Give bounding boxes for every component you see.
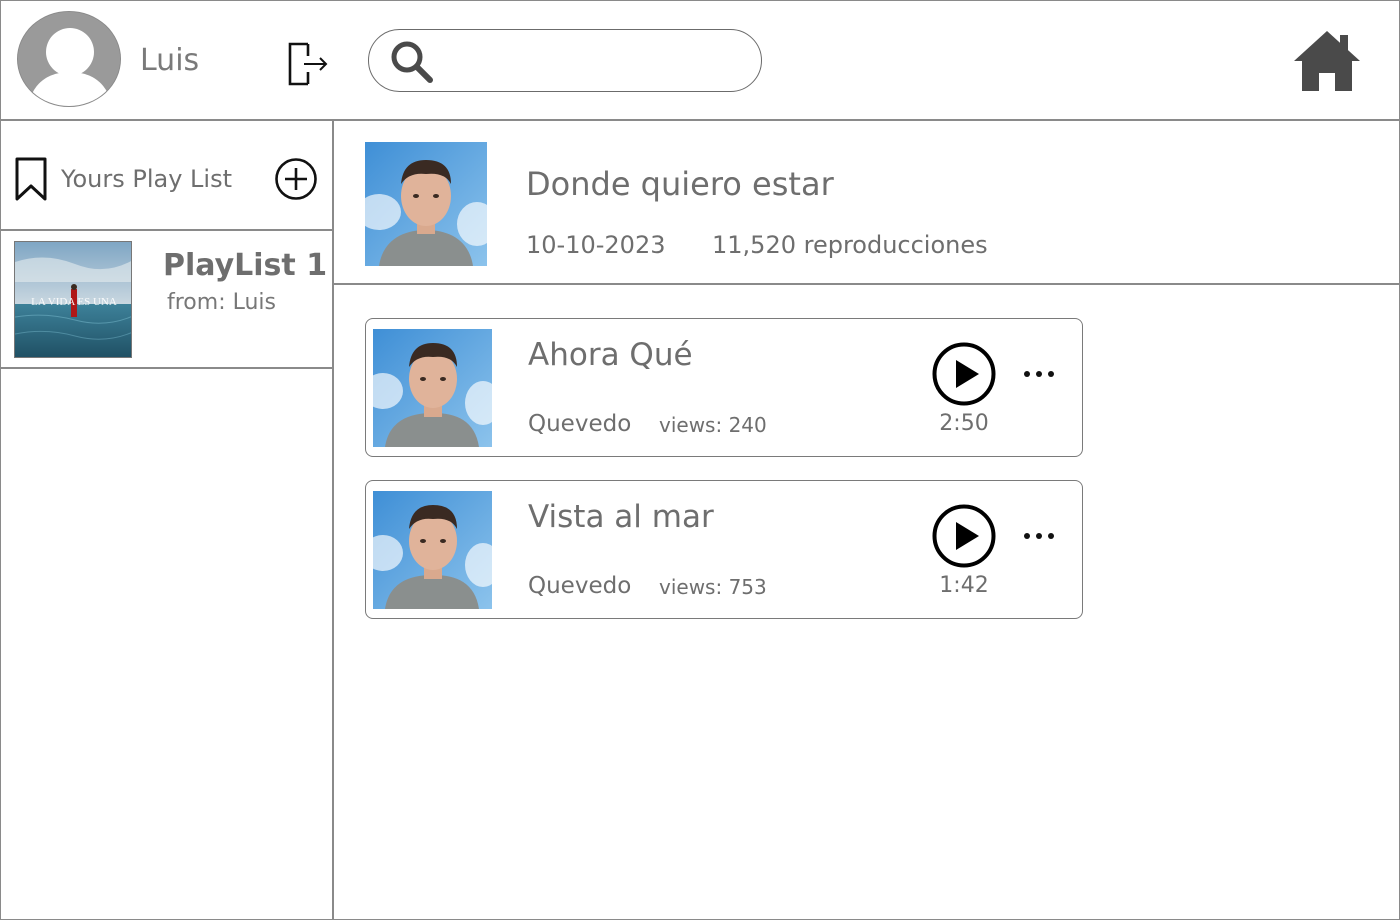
playlist-cover: LA VIDA ES UNA <box>14 241 132 358</box>
playlist-cover-text: LA VIDA ES UNA <box>31 296 117 308</box>
more-options-icon[interactable] <box>1022 521 1056 551</box>
album-plays: 11,520 reproducciones <box>712 231 988 259</box>
song-title: Vista al mar <box>528 499 714 535</box>
search-icon[interactable] <box>389 40 435 84</box>
more-options-icon[interactable] <box>1022 359 1056 389</box>
search-input[interactable] <box>447 40 747 82</box>
logout-icon[interactable] <box>284 38 332 90</box>
play-icon[interactable] <box>932 504 996 568</box>
playlist-owner: from: Luis <box>167 290 276 315</box>
add-circle-icon[interactable] <box>274 157 318 201</box>
song-duration: 1:42 <box>939 573 989 598</box>
sidebar: Yours Play List LA VIDA ES UNA PlayList … <box>0 121 334 920</box>
song-artist[interactable]: Quevedo <box>528 411 631 437</box>
top-bar: Luis <box>0 0 1400 121</box>
song-cover <box>373 329 492 447</box>
home-icon[interactable] <box>1292 29 1362 93</box>
user-avatar-icon <box>18 12 120 106</box>
album-cover <box>365 142 487 266</box>
playlist-name: PlayList 1 <box>163 248 328 283</box>
song-title: Ahora Qué <box>528 337 693 373</box>
playlist-section-header: Yours Play List <box>0 121 332 231</box>
album-date: 10-10-2023 <box>526 231 666 259</box>
user-avatar[interactable] <box>17 11 121 107</box>
song-cover <box>373 491 492 609</box>
song-card[interactable]: Ahora Qué Quevedo views: 240 2:50 <box>365 318 1083 457</box>
play-icon[interactable] <box>932 342 996 406</box>
song-views: views: 240 <box>659 413 767 437</box>
song-artist[interactable]: Quevedo <box>528 573 631 599</box>
album-title: Donde quiero estar <box>526 165 834 203</box>
search-bar[interactable] <box>368 29 762 92</box>
song-card[interactable]: Vista al mar Quevedo views: 753 1:42 <box>365 480 1083 619</box>
song-views: views: 753 <box>659 575 767 599</box>
bookmark-icon <box>15 157 47 201</box>
playlist-section-title: Yours Play List <box>61 165 232 193</box>
user-name: Luis <box>140 43 200 78</box>
playlist-item[interactable]: LA VIDA ES UNA PlayList 1 from: Luis <box>0 231 332 369</box>
album-header: Donde quiero estar 10-10-2023 11,520 rep… <box>334 121 1400 285</box>
song-duration: 2:50 <box>939 411 989 436</box>
